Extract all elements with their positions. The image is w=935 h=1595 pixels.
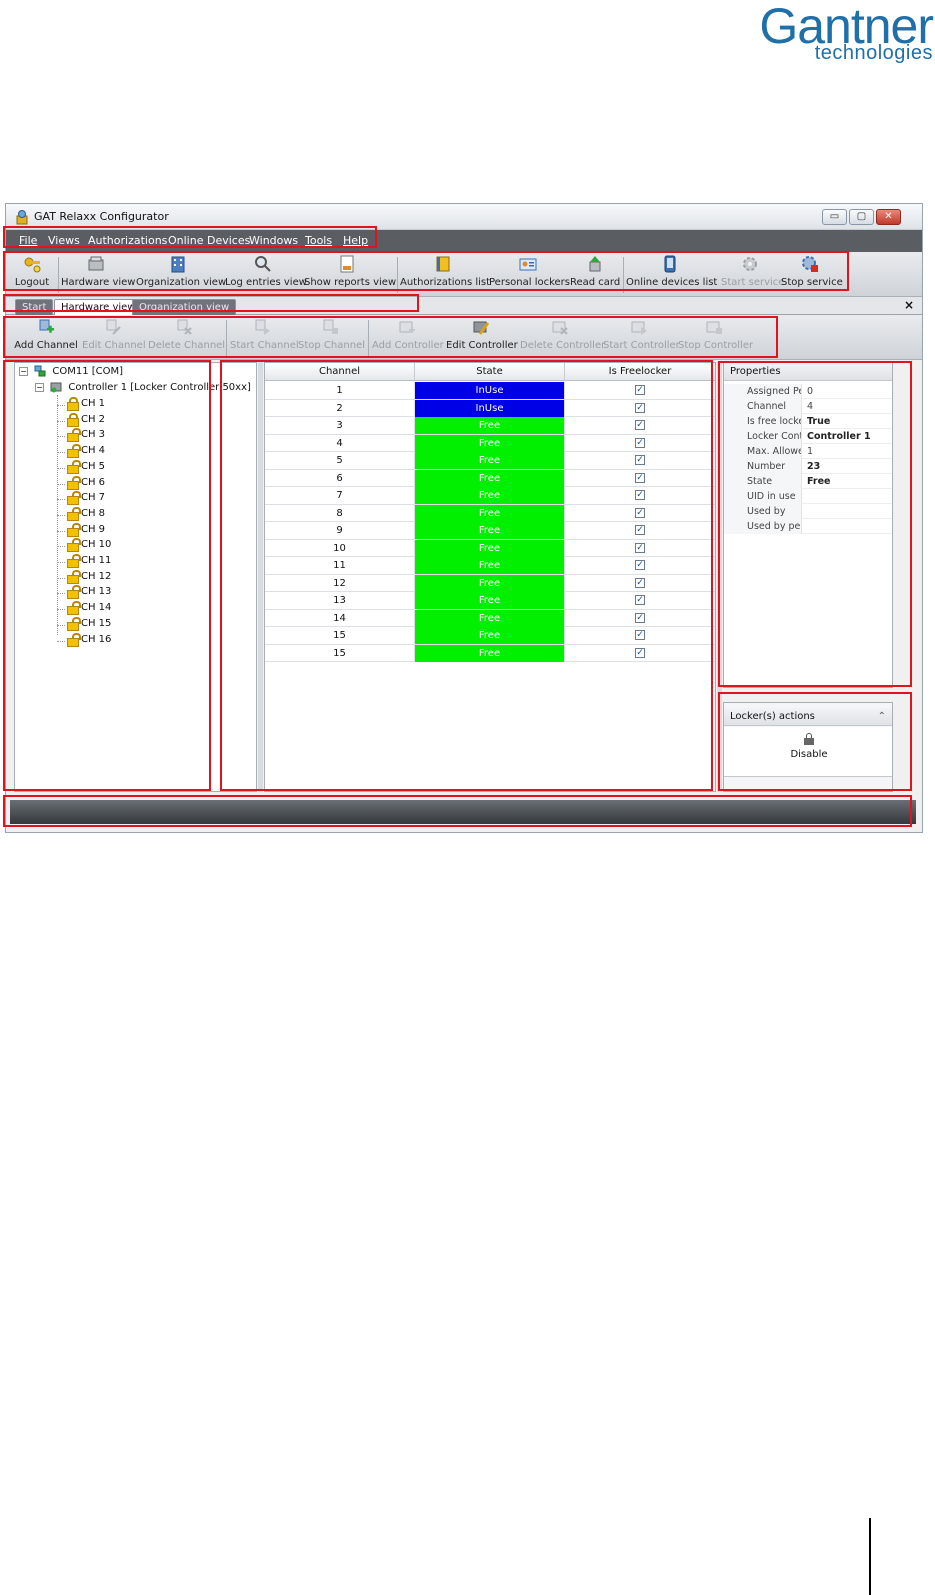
close-tab-icon[interactable]: × [904, 298, 914, 312]
minimize-button[interactable]: ▭ [822, 209, 847, 225]
annotation-status-bar [3, 795, 912, 827]
app-icon [16, 210, 28, 225]
window-title: GAT Relaxx Configurator [34, 210, 169, 223]
annotation-grid-pane [220, 360, 713, 791]
gantner-logo: Gantner technologies [700, 0, 935, 70]
logo-subtitle: technologies [814, 42, 933, 64]
annotation-menu-bar [3, 226, 377, 248]
annotation-actions-pane [718, 692, 912, 791]
page-margin-rule [869, 1518, 871, 1595]
annotation-hardware-toolbar [3, 316, 778, 358]
annotation-main-toolbar [3, 251, 849, 291]
maximize-button[interactable]: ▢ [849, 209, 874, 225]
annotation-tabs [3, 294, 419, 312]
close-button[interactable]: ✕ [876, 209, 901, 225]
annotation-tree-pane [3, 360, 211, 791]
annotation-properties-pane [718, 361, 912, 687]
